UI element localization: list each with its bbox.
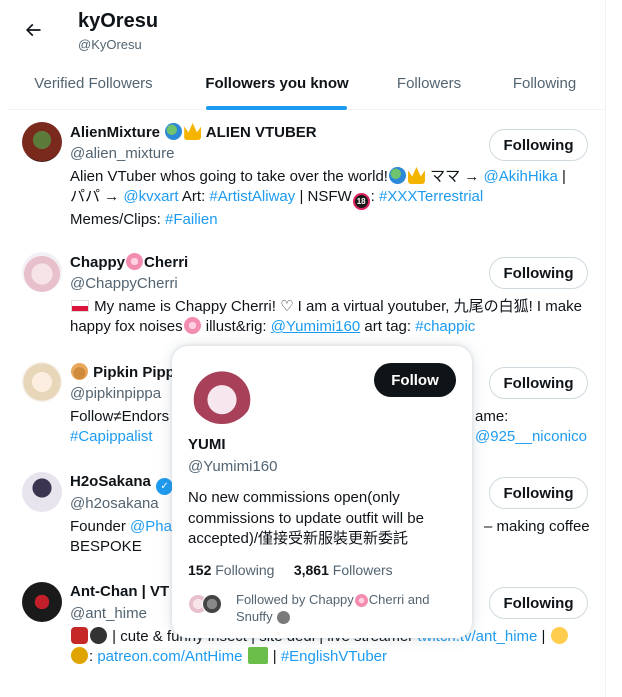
following-button[interactable]: Following	[489, 587, 588, 619]
bio-url-link[interactable]: patreon.com/AntHime	[97, 648, 242, 665]
poland-flag-icon	[71, 300, 89, 312]
money-bag-icon	[71, 647, 88, 664]
user-handle[interactable]: @h2osakana	[70, 495, 159, 512]
user-cell[interactable]: AlienMixture ALIEN VTUBER @alien_mixture…	[0, 112, 606, 240]
cherry-blossom-icon	[183, 317, 201, 334]
bio-hashtag-link[interactable]: #EnglishVTuber	[281, 648, 387, 665]
bio-mention-link[interactable]: @AkihHika	[483, 168, 557, 185]
user-hover-card: Follow YUMI @Yumimi160 No new commission…	[172, 346, 472, 638]
ant-icon	[90, 627, 107, 644]
raccoon-icon	[277, 610, 291, 624]
dollar-bill-icon	[247, 647, 268, 664]
mutual-followers[interactable]: Followed by Chappy Cherri and Snuffy	[188, 592, 458, 624]
no-under-18-icon: 18	[352, 193, 370, 210]
user-handle[interactable]: @pipkinpippa	[70, 385, 161, 402]
tab-following[interactable]: Following	[483, 58, 606, 109]
ribbon-heart-icon	[71, 627, 88, 644]
globe-icon	[388, 167, 406, 184]
user-cell[interactable]: Chappy Cherri @ChappyCherri Following My …	[0, 240, 606, 352]
following-button[interactable]: Following	[489, 257, 588, 289]
popup-handle[interactable]: @Yumimi160	[188, 458, 277, 475]
cherry-blossom-icon	[126, 253, 144, 270]
user-display-name[interactable]: H2oSakana ✓	[70, 473, 174, 495]
crown-icon	[407, 167, 425, 184]
following-button[interactable]: Following	[489, 477, 588, 509]
avatar[interactable]	[22, 472, 62, 512]
verified-badge-icon: ✓	[156, 478, 174, 495]
user-display-name[interactable]: Pipkin Pipp	[70, 363, 175, 381]
follow-button[interactable]: Follow	[374, 363, 456, 397]
avatar[interactable]	[22, 362, 62, 402]
bio-mention-link[interactable]: @925__niconico	[475, 427, 587, 447]
mutual-followers-text: Followed by Chappy Cherri and Snuffy	[236, 592, 430, 624]
bio-hashtag-link[interactable]: #ArtistAliway	[209, 188, 295, 205]
avatar[interactable]	[22, 582, 62, 622]
arrow-left-icon	[25, 23, 41, 37]
following-button[interactable]: Following	[489, 129, 588, 161]
back-button[interactable]	[20, 17, 46, 43]
bio-mention-link[interactable]: @Yumimi160	[271, 318, 360, 335]
follow-stats: 152 Following 3,861 Followers	[188, 562, 393, 578]
tab-followers[interactable]: Followers	[375, 58, 483, 109]
user-display-name[interactable]: AlienMixture ALIEN VTUBER	[70, 123, 317, 141]
tab-followers-you-know[interactable]: Followers you know	[179, 58, 375, 109]
following-count-link[interactable]: 152 Following	[188, 562, 274, 578]
popup-display-name[interactable]: YUMI	[188, 436, 226, 453]
avatar	[202, 594, 222, 614]
bio-hashtag-link[interactable]: #chappic	[415, 318, 475, 335]
avatar[interactable]	[22, 122, 62, 162]
followers-count-link[interactable]: 3,861 Followers	[294, 562, 393, 578]
globe-icon	[165, 123, 183, 140]
medal-icon	[71, 363, 88, 380]
waving-hand-icon	[550, 627, 568, 644]
avatar[interactable]	[190, 360, 254, 424]
bio-hashtag-link[interactable]: #Failien	[165, 211, 218, 228]
user-handle[interactable]: @ChappyCherri	[70, 275, 178, 292]
profile-handle: @KyOresu	[78, 37, 142, 52]
avatar[interactable]	[22, 252, 62, 292]
user-handle[interactable]: @alien_mixture	[70, 145, 174, 162]
following-button[interactable]: Following	[489, 367, 588, 399]
tab-bar: Verified Followers Followers you know Fo…	[8, 58, 606, 110]
user-bio: My name is Chappy Cherri! ♡ I am a virtu…	[70, 298, 582, 335]
bio-mention-link[interactable]: @kvxart	[123, 188, 178, 205]
bio-hashtag-link[interactable]: #XXXTerrestrial	[379, 188, 483, 205]
active-tab-indicator	[206, 106, 347, 110]
user-bio: Alien VTuber whos going to take over the…	[70, 167, 566, 228]
profile-name: kyOresu	[78, 10, 159, 32]
bio-hashtag-link[interactable]: #Capippalist	[70, 428, 153, 445]
tab-verified-followers[interactable]: Verified Followers	[8, 58, 179, 109]
user-handle[interactable]: @ant_hime	[70, 605, 147, 622]
user-display-name[interactable]: Chappy Cherri	[70, 253, 188, 271]
cherry-blossom-icon	[354, 594, 368, 607]
user-display-name[interactable]: Ant-Chan | VT	[70, 583, 169, 600]
popup-bio: No new commissions open(only commissions…	[188, 489, 424, 547]
crown-icon	[184, 123, 202, 140]
